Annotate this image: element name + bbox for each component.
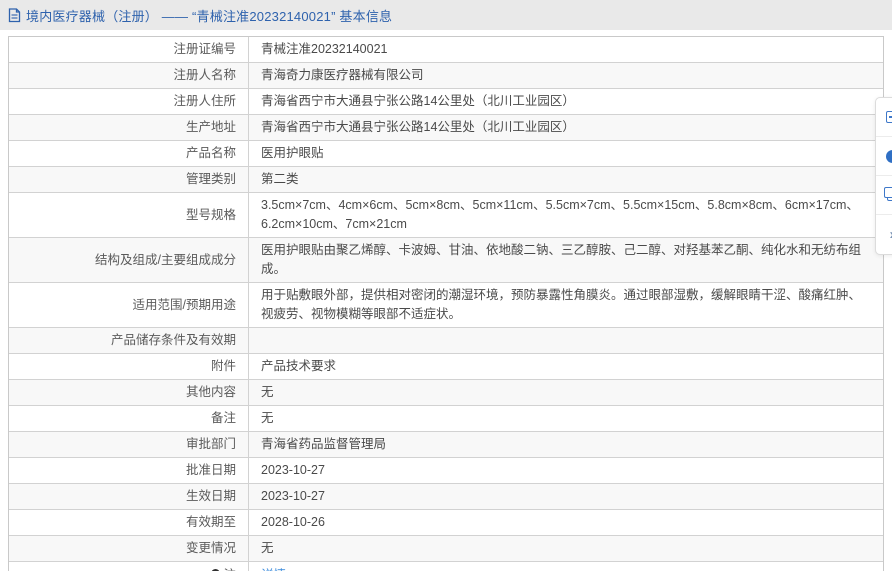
table-row: 型号规格 3.5cm×7cm、4cm×6cm、5cm×8cm、5cm×11cm、5… bbox=[9, 193, 883, 238]
row-value: 青海省西宁市大通县宁张公路14公里处（北川工业园区） bbox=[261, 120, 575, 134]
table-row: 生产地址 青海省西宁市大通县宁张公路14公里处（北川工业园区） bbox=[9, 115, 883, 141]
row-label: 有效期至 bbox=[9, 510, 249, 535]
table-row: 结构及组成/主要组成成分 医用护眼贴由聚乙烯醇、卡波姆、甘油、依地酸二钠、三乙醇胺… bbox=[9, 238, 883, 283]
detail-link[interactable]: 详情 bbox=[261, 566, 286, 571]
table-row: 备注无 bbox=[9, 406, 883, 432]
row-label: 适用范围/预期用途 bbox=[9, 283, 249, 327]
table-row: 产品名称 医用护眼贴 bbox=[9, 141, 883, 167]
row-value bbox=[249, 328, 883, 353]
table-row: 产品储存条件及有效期 bbox=[9, 328, 883, 354]
row-value: 无 bbox=[261, 385, 274, 399]
page-header: 境内医疗器械（注册） —— “青械注准20232140021” 基本信息 bbox=[0, 0, 892, 30]
row-label: 型号规格 bbox=[9, 193, 249, 237]
row-label: 注册人名称 bbox=[9, 63, 249, 88]
row-value: 2023-10-27 bbox=[261, 463, 325, 477]
row-label: 注册证编号 bbox=[9, 37, 249, 62]
row-label: 结构及组成/主要组成成分 bbox=[9, 238, 249, 282]
row-label: 注册人住所 bbox=[9, 89, 249, 114]
row-value: 青械注准20232140021 bbox=[261, 42, 388, 56]
document-icon bbox=[8, 7, 21, 23]
service-widget: › bbox=[875, 97, 892, 255]
row-value: 第二类 bbox=[261, 172, 299, 186]
table-row: 适用范围/预期用途 用于贴敷眼外部，提供相对密闭的潮湿环境，预防暴露性角膜炎。通过… bbox=[9, 283, 883, 328]
row-label: 生产地址 bbox=[9, 115, 249, 140]
table-row: 变更情况无 bbox=[9, 536, 883, 562]
row-label: 管理类别 bbox=[9, 167, 249, 192]
table-row: 注 详情 bbox=[9, 562, 883, 571]
row-value: 产品技术要求 bbox=[261, 359, 337, 373]
row-value: 无 bbox=[261, 411, 274, 425]
table-row: 附件 产品技术要求 bbox=[9, 354, 883, 380]
row-label: 审批部门 bbox=[9, 432, 249, 457]
row-value: 医用护眼贴由聚乙烯醇、卡波姆、甘油、依地酸二钠、三乙醇胺、己二醇、对羟基苯乙酮、… bbox=[261, 243, 862, 276]
table-row: 其他内容无 bbox=[9, 380, 883, 406]
table-row: 注册人名称 青海奇力康医疗器械有限公司 bbox=[9, 63, 883, 89]
registration-info-table: 注册证编号 青械注准20232140021 注册人名称 青海奇力康医疗器械有限公司 注册… bbox=[8, 36, 884, 571]
row-label: 其他内容 bbox=[9, 380, 249, 405]
service-item-qq[interactable] bbox=[876, 137, 892, 176]
row-value: 详情 bbox=[249, 562, 883, 571]
row-value: 3.5cm×7cm、4cm×6cm、5cm×8cm、5cm×11cm、5.5cm… bbox=[261, 198, 859, 231]
table-row: 有效期至 2028-10-26 bbox=[9, 510, 883, 536]
page-title: 境内医疗器械（注册） —— “青械注准20232140021” 基本信息 bbox=[26, 8, 393, 24]
qq-icon bbox=[885, 149, 892, 163]
table-row: 管理类别 第二类 bbox=[9, 167, 883, 193]
row-label: 附件 bbox=[9, 354, 249, 379]
row-label: 产品名称 bbox=[9, 141, 249, 166]
table-row: 批准日期 2023-10-27 bbox=[9, 458, 883, 484]
row-value: 青海奇力康医疗器械有限公司 bbox=[261, 68, 424, 82]
row-label: 变更情况 bbox=[9, 536, 249, 561]
row-label: 注 bbox=[9, 562, 249, 571]
row-value: 青海省西宁市大通县宁张公路14公里处（北川工业园区） bbox=[261, 94, 575, 108]
row-value: 2028-10-26 bbox=[261, 515, 325, 529]
row-label: 备注 bbox=[9, 406, 249, 431]
service-item-collapse[interactable]: › bbox=[876, 215, 892, 254]
table-row: 生效日期 2023-10-27 bbox=[9, 484, 883, 510]
row-label: 生效日期 bbox=[9, 484, 249, 509]
row-value: 用于贴敷眼外部，提供相对密闭的潮湿环境，预防暴露性角膜炎。通过眼部湿敷，缓解眼睛… bbox=[261, 288, 862, 321]
row-value: 医用护眼贴 bbox=[261, 146, 324, 160]
row-value: 无 bbox=[261, 541, 274, 555]
form-icon bbox=[886, 111, 892, 123]
row-value: 2023-10-27 bbox=[261, 489, 325, 503]
row-value: 青海省药品监督管理局 bbox=[261, 437, 387, 451]
row-label: 产品储存条件及有效期 bbox=[9, 328, 249, 353]
wechat-icon bbox=[883, 186, 892, 201]
service-item-form[interactable] bbox=[876, 98, 892, 137]
table-row: 审批部门 青海省药品监督管理局 bbox=[9, 432, 883, 458]
table-row: 注册人住所 青海省西宁市大通县宁张公路14公里处（北川工业园区） bbox=[9, 89, 883, 115]
service-item-wechat[interactable] bbox=[876, 176, 892, 215]
row-label: 批准日期 bbox=[9, 458, 249, 483]
table-row: 注册证编号 青械注准20232140021 bbox=[9, 37, 883, 63]
